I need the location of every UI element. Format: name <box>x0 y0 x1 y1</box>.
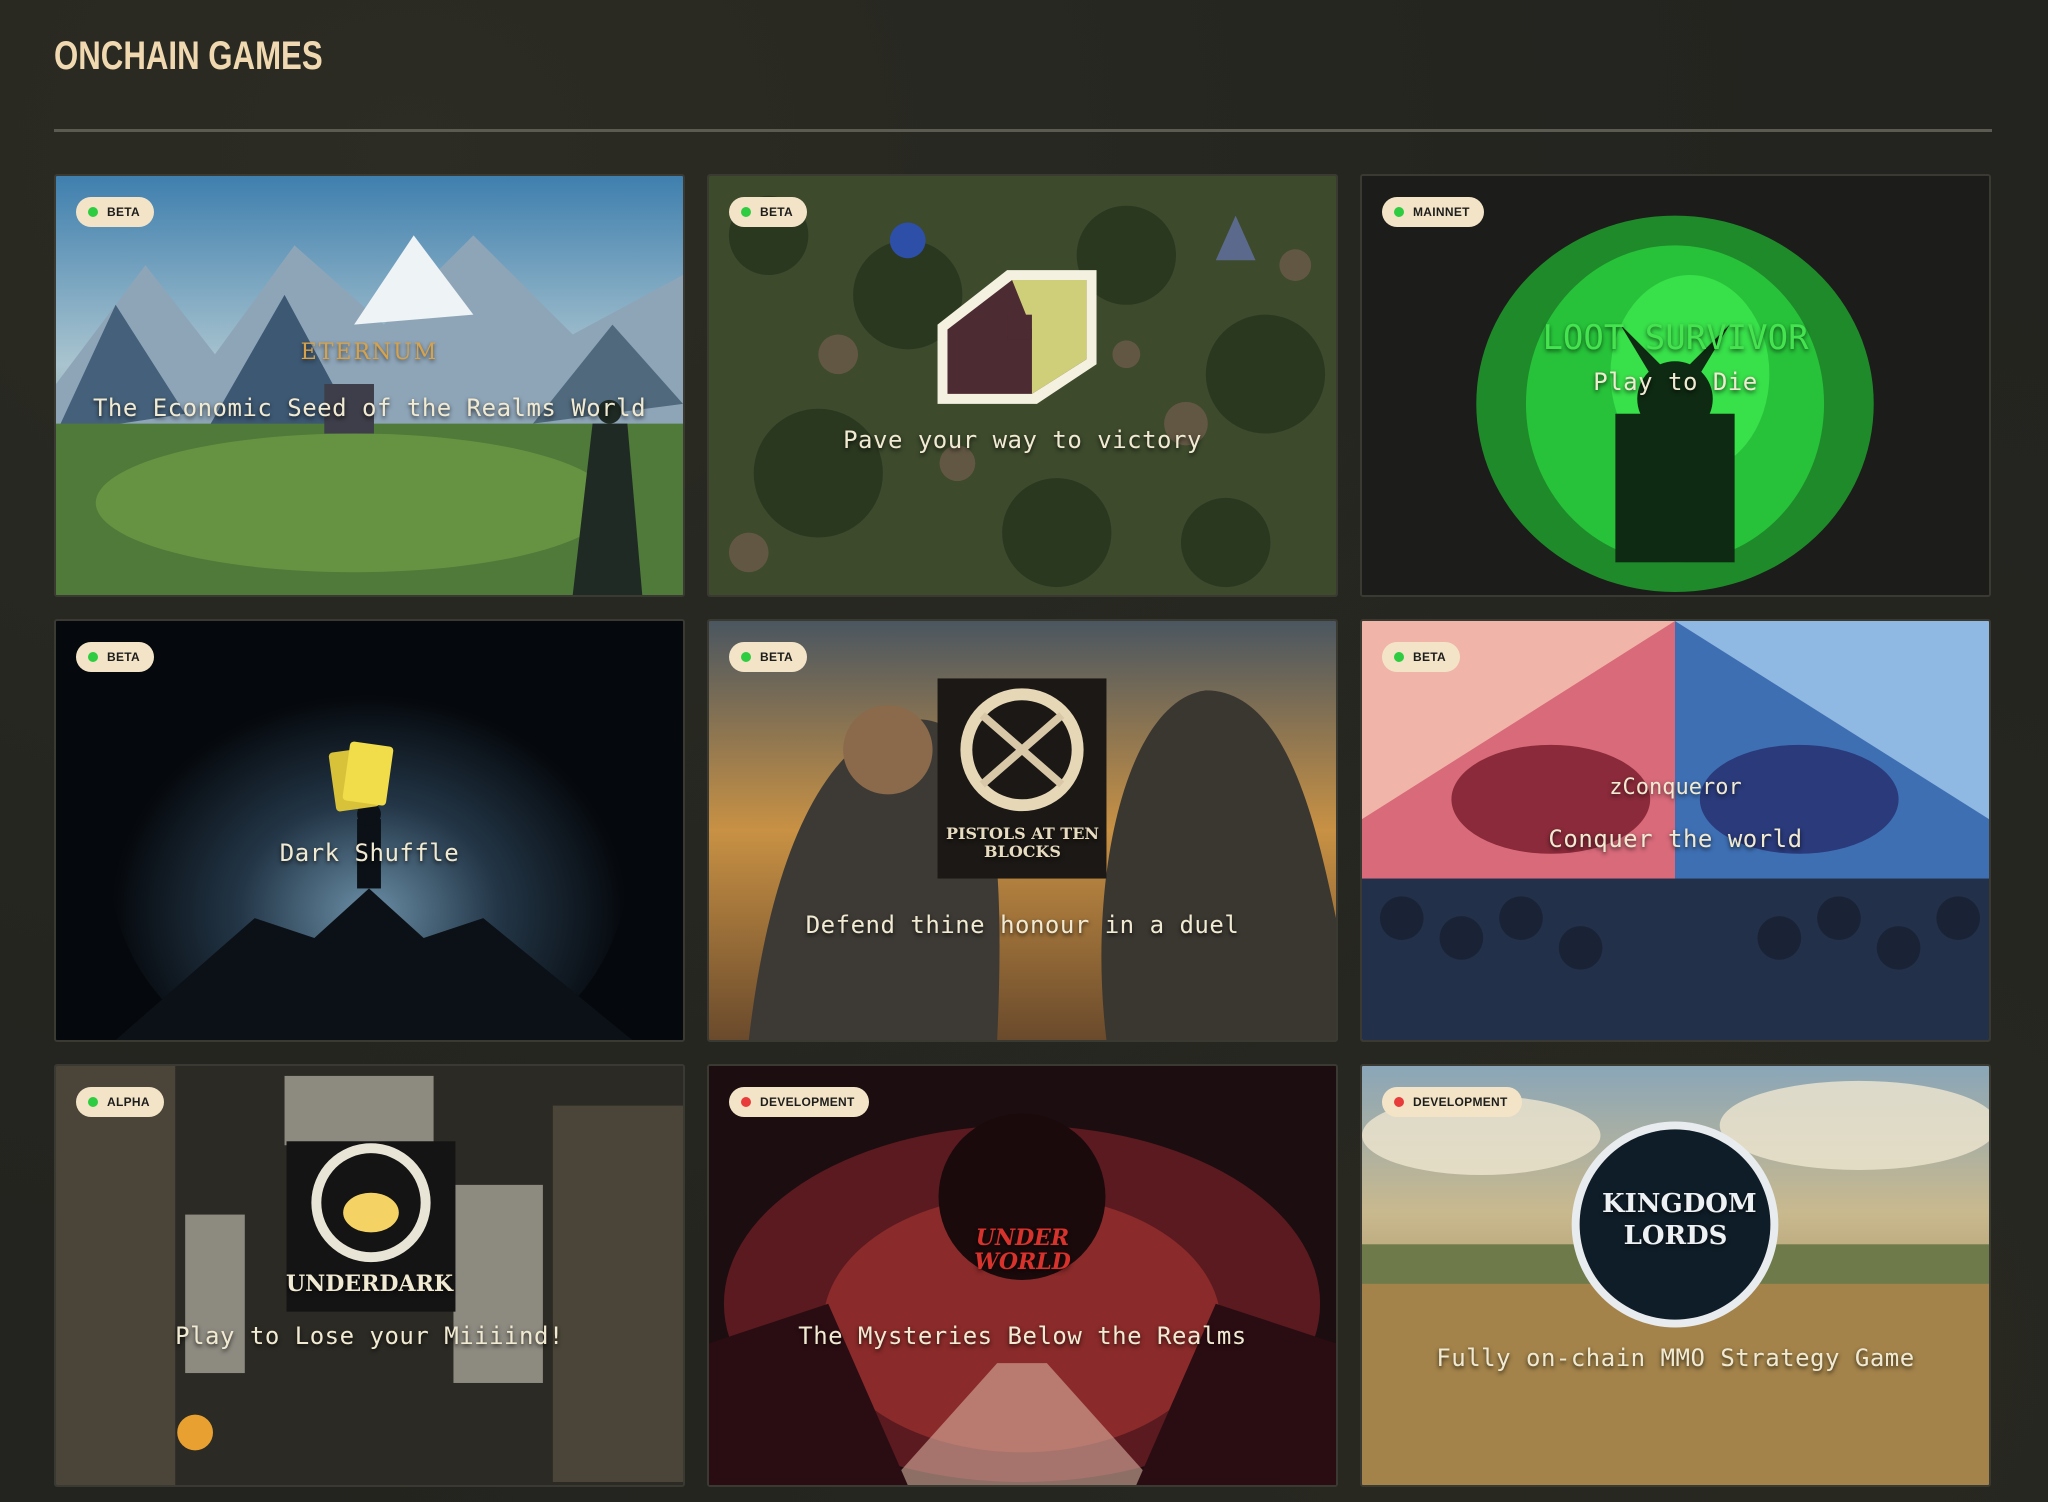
status-dot <box>741 207 751 217</box>
status-dot <box>88 207 98 217</box>
eternum-artwork <box>56 176 683 595</box>
title-divider <box>54 129 1992 132</box>
game-tagline: Fully on-chain MMO Strategy Game <box>1436 1344 1915 1372</box>
status-badge: MAINNET <box>1382 197 1484 227</box>
game-tagline: Play to Die <box>1593 368 1758 396</box>
status-dot <box>1394 1097 1404 1107</box>
zconqueror-logo: zConqueror <box>1609 775 1742 800</box>
status-dot <box>1394 207 1404 217</box>
status-dot <box>741 652 751 662</box>
status-badge: BETA <box>76 642 154 672</box>
kingdom-lords-logo: KINGDOM LORDS <box>1602 1189 1757 1251</box>
status-badge: BETA <box>729 197 807 227</box>
underdark-logo: UNDERDARK <box>286 1271 453 1297</box>
status-dot <box>741 1097 751 1107</box>
game-tagline: Dark Shuffle <box>279 839 460 867</box>
game-card-eternum[interactable]: BETA ETERNUM The Economic Seed of the Re… <box>54 174 685 597</box>
status-badge: BETA <box>76 197 154 227</box>
game-tagline: Defend thine honour in a duel <box>805 911 1240 939</box>
loot-survivor-logo: LOOT SURVIVOR <box>1542 318 1809 358</box>
game-card-underworld[interactable]: DEVELOPMENT UNDER WORLD The Mysteries Be… <box>707 1064 1338 1487</box>
status-dot <box>88 1097 98 1107</box>
status-dot <box>88 652 98 662</box>
status-badge: DEVELOPMENT <box>1382 1087 1522 1117</box>
game-card-pave[interactable]: BETA Pave your way to victory <box>707 174 1338 597</box>
game-tagline: The Mysteries Below the Realms <box>798 1322 1247 1350</box>
page-title: ONCHAIN GAMES <box>54 34 323 78</box>
game-tagline: Conquer the world <box>1548 825 1803 853</box>
pistols-logo: PISTOLS AT TEN BLOCKS <box>945 824 1100 861</box>
game-card-zconqueror[interactable]: BETA zConqueror Conquer the world <box>1360 619 1991 1042</box>
game-tagline: Play to Lose your Miiiind! <box>175 1322 564 1350</box>
eternum-logo: ETERNUM <box>300 340 439 365</box>
game-card-loot-survivor[interactable]: MAINNET LOOT SURVIVOR Play to Die <box>1360 174 1991 597</box>
status-dot <box>1394 652 1404 662</box>
game-card-dark-shuffle[interactable]: BETA Dark Shuffle <box>54 619 685 1042</box>
underworld-artwork <box>709 1066 1336 1485</box>
status-badge: DEVELOPMENT <box>729 1087 869 1117</box>
status-badge: BETA <box>729 642 807 672</box>
pave-artwork <box>709 176 1336 595</box>
game-card-kingdom-lords[interactable]: DEVELOPMENT KINGDOM LORDS Fully on-chain… <box>1360 1064 1991 1487</box>
underworld-logo: UNDER WORLD <box>974 1225 1071 1275</box>
status-badge: BETA <box>1382 642 1460 672</box>
kingdom-lords-artwork <box>1362 1066 1989 1485</box>
games-grid: BETA ETERNUM The Economic Seed of the Re… <box>54 174 1991 1487</box>
game-card-pistols[interactable]: BETA PISTOLS AT TEN BLOCKS Defend thine … <box>707 619 1338 1042</box>
game-tagline: The Economic Seed of the Realms World <box>92 394 647 422</box>
dark-shuffle-artwork <box>56 621 683 1040</box>
game-tagline: Pave your way to victory <box>843 426 1202 454</box>
status-badge: ALPHA <box>76 1087 164 1117</box>
game-card-underdark[interactable]: ALPHA UNDERDARK Play to Lose your Miiiin… <box>54 1064 685 1487</box>
